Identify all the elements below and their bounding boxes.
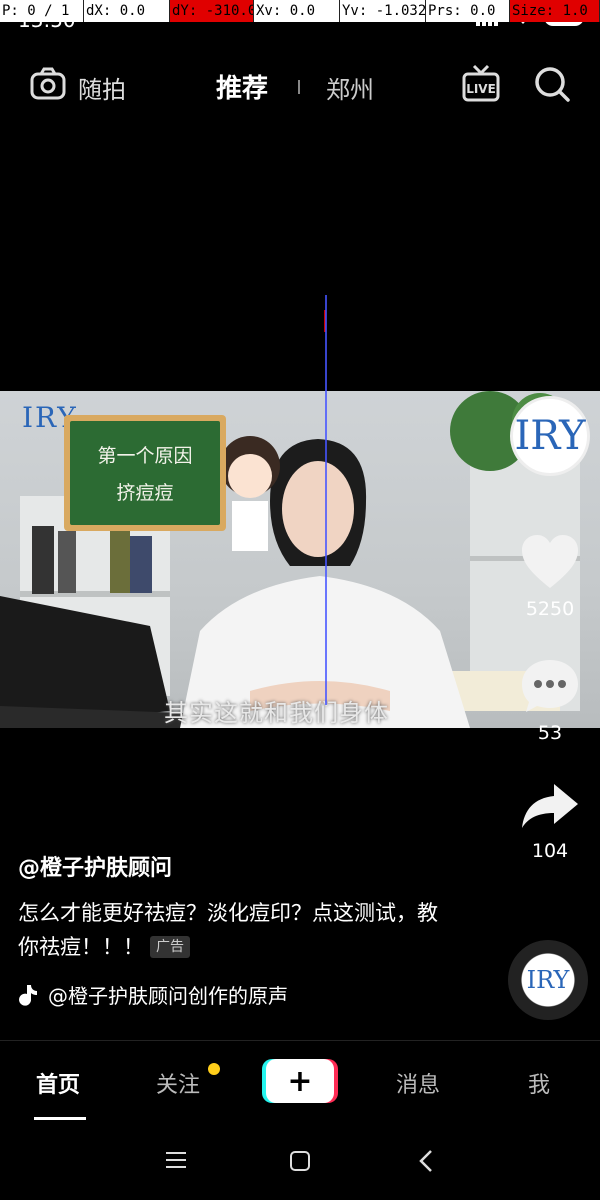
search-icon[interactable] [532, 64, 572, 104]
tab-messages[interactable]: 消息 [396, 1067, 440, 1099]
debug-prs: Prs: 0.0 [426, 0, 510, 22]
tab-divider [298, 80, 300, 94]
tab-suipai[interactable]: 随拍 [78, 70, 126, 105]
tab-follow[interactable]: 关注 [156, 1067, 200, 1099]
debug-overlay: P: 0 / 1 dX: 0.0 dY: -310.0 Xv: 0.0 Yv: … [0, 0, 600, 22]
share-button[interactable]: 104 [500, 782, 600, 862]
tab-city[interactable]: 郑州 [326, 70, 374, 105]
author-name[interactable]: @橙子护肤顾问 [18, 850, 172, 882]
debug-pointer: P: 0 / 1 [0, 0, 84, 22]
music-note-icon [19, 984, 37, 1006]
notification-dot [208, 1063, 220, 1075]
svg-text:LIVE: LIVE [466, 82, 496, 96]
touch-trace-line [325, 295, 327, 705]
chalkboard-line-1: 第一个原因 [97, 445, 193, 467]
create-button[interactable]: + [266, 1059, 334, 1103]
creator-avatar[interactable]: IRY [510, 396, 590, 476]
menu-icon[interactable] [165, 1150, 187, 1170]
debug-dx: dX: 0.0 [84, 0, 170, 22]
comment-button[interactable]: 53 [500, 658, 600, 744]
back-icon[interactable] [418, 1149, 434, 1173]
debug-dy: dY: -310.0 [170, 0, 254, 22]
debug-size: Size: 1.0 [510, 0, 600, 22]
camera-icon[interactable] [30, 66, 66, 102]
share-count: 104 [531, 840, 569, 862]
comment-icon [522, 660, 578, 712]
description-text: 怎么才能更好祛痘？淡化痘印？点这测试，教你祛痘！！！ [18, 901, 438, 959]
tab-me[interactable]: 我 [528, 1067, 550, 1099]
like-button[interactable]: 5250 [500, 534, 600, 620]
music-title: @橙子护肤顾问创作的原声 [48, 984, 288, 1008]
video-subtitle: 其实这就和我们身体 [164, 699, 389, 727]
system-nav-bar [0, 1120, 600, 1200]
share-arrow-icon [522, 784, 578, 828]
music-disc[interactable]: IRY [508, 940, 588, 1020]
chalkboard: 第一个原因 挤痘痘 [64, 415, 226, 531]
ad-badge: 广告 [150, 936, 190, 958]
tab-recommend[interactable]: 推荐 [216, 68, 268, 105]
bottom-tab-bar: 首页 关注 + 消息 我 [0, 1040, 600, 1120]
home-icon[interactable] [289, 1150, 311, 1172]
top-nav: 随拍 推荐 郑州 LIVE [0, 60, 600, 112]
like-count: 5250 [525, 598, 575, 620]
tab-home[interactable]: 首页 [36, 1067, 80, 1099]
live-tv-icon[interactable]: LIVE [462, 64, 500, 104]
chalkboard-line-2: 挤痘痘 [116, 482, 174, 504]
heart-icon [522, 535, 578, 588]
debug-yv: Yv: -1.032 [340, 0, 426, 22]
comment-count: 53 [537, 722, 563, 744]
music-info[interactable]: @橙子护肤顾问创作的原声 [18, 980, 288, 1009]
post-description: 怎么才能更好祛痘？淡化痘印？点这测试，教你祛痘！！！ 广告 [18, 896, 448, 964]
debug-xv: Xv: 0.0 [254, 0, 340, 22]
